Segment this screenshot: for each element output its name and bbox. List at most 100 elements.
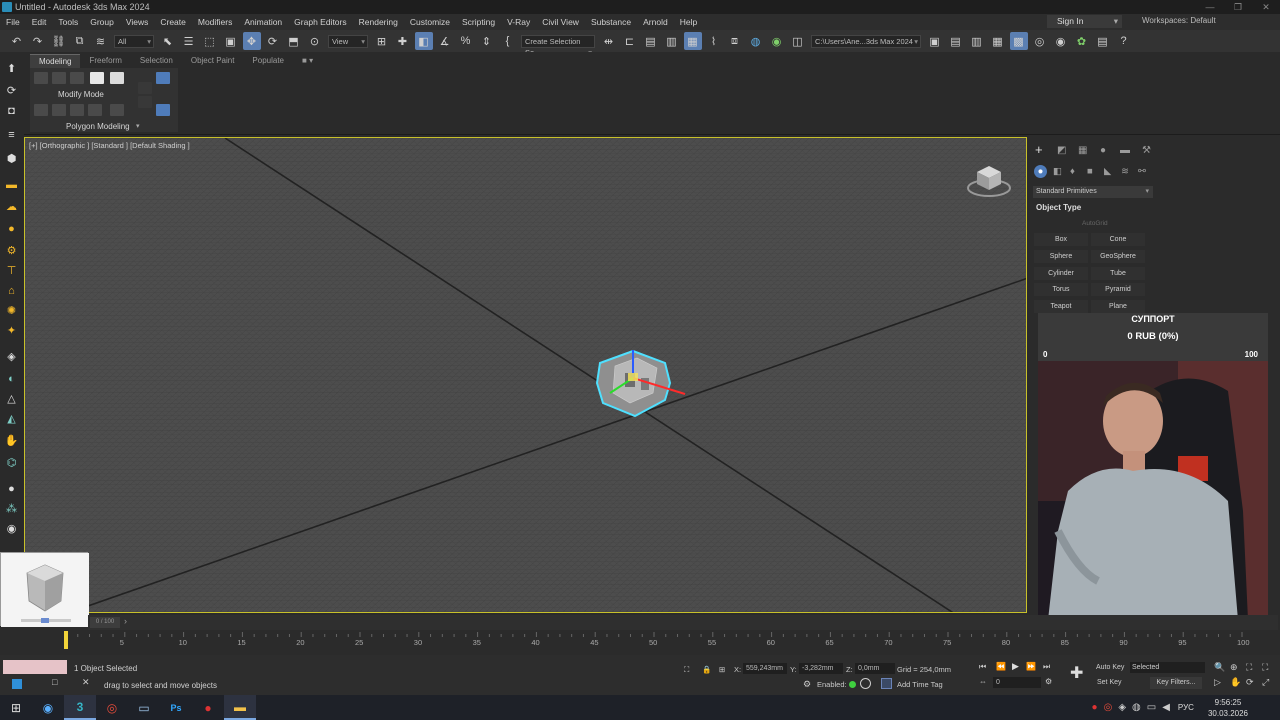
ribbon-tool-icon[interactable] xyxy=(34,72,48,84)
monitor-icon[interactable]: ▭ xyxy=(128,695,160,720)
ribbon-tool-icon[interactable] xyxy=(52,72,66,84)
cluster-icon[interactable]: ⁂ xyxy=(4,502,19,517)
star-icon[interactable]: ✦ xyxy=(4,324,19,339)
perspective-viewport[interactable]: [+] [Orthographic ] [Standard ] [Default… xyxy=(24,137,1027,613)
shape-icon[interactable]: ◭ xyxy=(4,412,19,427)
cube-icon[interactable]: ◈ xyxy=(4,350,19,365)
menu-views[interactable]: Views xyxy=(120,17,155,27)
spinner-snap-icon[interactable]: ⇕ xyxy=(478,32,496,50)
z-coordinate-field[interactable]: 0,0mm xyxy=(855,663,895,674)
cone-button[interactable]: Cone xyxy=(1091,233,1145,246)
align-icon[interactable]: ⊏ xyxy=(621,32,639,50)
keyboard-shortcut-icon[interactable]: ✚ xyxy=(394,32,412,50)
pan-icon[interactable]: ✋ xyxy=(1230,677,1241,688)
unlink-icon[interactable]: ⧉ xyxy=(71,32,89,50)
y-coordinate-field[interactable]: -3,282mm xyxy=(799,663,843,674)
cameras-icon[interactable]: ■ xyxy=(1087,166,1093,177)
menu-file[interactable]: File xyxy=(0,17,26,27)
maximize-viewport-icon[interactable]: ⤢ xyxy=(1262,677,1269,688)
schematic-view-icon[interactable]: ⧈ xyxy=(726,32,744,50)
tray-volume-icon[interactable]: ◀ xyxy=(1162,702,1170,713)
lock-icon[interactable]: 🔒 xyxy=(702,665,711,674)
tray-chrome-icon[interactable]: ◎ xyxy=(1104,702,1113,713)
menu-animation[interactable]: Animation xyxy=(238,17,288,27)
ball-icon[interactable]: ● xyxy=(4,482,19,497)
cylinder-button[interactable]: Cylinder xyxy=(1034,267,1088,280)
create-tab-icon[interactable]: + xyxy=(1035,142,1043,157)
3ds-max-task-icon[interactable]: 3 xyxy=(64,695,96,720)
snap-toggle-icon[interactable]: ◧ xyxy=(414,32,433,50)
next-frame-icon[interactable]: › xyxy=(124,616,127,626)
adaptive-degradation-icon[interactable]: ⚙ xyxy=(803,679,811,690)
square-icon[interactable]: □ xyxy=(52,677,57,687)
curve-editor-icon[interactable]: ⌇ xyxy=(705,32,723,50)
ribbon-tool-icon[interactable] xyxy=(88,104,102,116)
current-frame-marker[interactable] xyxy=(64,631,68,649)
zoom-extents-all-icon[interactable]: ⛶ xyxy=(1262,662,1268,673)
redo-icon[interactable]: ↷ xyxy=(29,32,47,50)
enabled-indicator[interactable] xyxy=(849,681,856,688)
save-project-icon[interactable]: ▥ xyxy=(968,32,986,50)
place-icon[interactable]: ⊙ xyxy=(306,32,324,50)
menu-help[interactable]: Help xyxy=(674,17,703,27)
torus-button[interactable]: Torus xyxy=(1034,283,1088,296)
command-palette-icon[interactable]: ▤ xyxy=(1094,32,1112,50)
menu-edit[interactable]: Edit xyxy=(26,17,53,27)
chrome-icon[interactable]: ◎ xyxy=(96,695,128,720)
vray-render-icon[interactable]: ◎ xyxy=(1031,32,1049,50)
material-editor-icon[interactable]: ◍ xyxy=(747,32,765,50)
menu-arnold[interactable]: Arnold xyxy=(637,17,674,27)
ribbon-tool-icon[interactable] xyxy=(52,104,66,116)
camera-icon[interactable]: ◘ xyxy=(4,104,19,119)
clock[interactable]: 9:56:25 30.03.2026 xyxy=(1208,697,1248,719)
rotate-icon[interactable]: ⟳ xyxy=(264,32,282,50)
project-settings-icon[interactable]: ▦ xyxy=(989,32,1007,50)
lights-icon[interactable]: ♦ xyxy=(1070,166,1075,177)
viewcube[interactable] xyxy=(967,158,1011,198)
utilities-tab-icon[interactable]: ⚒ xyxy=(1142,145,1151,156)
time-slider[interactable]: 0 / 100 › xyxy=(88,615,1278,630)
tab-object-paint[interactable]: Object Paint xyxy=(182,54,244,68)
key-mode-dropdown[interactable]: Selected xyxy=(1130,662,1205,673)
file-explorer-icon[interactable]: ▬ xyxy=(224,695,256,720)
menu-scripting[interactable]: Scripting xyxy=(456,17,501,27)
reference-coord-dropdown[interactable]: View xyxy=(328,34,368,48)
lamp-icon[interactable]: ⌂ xyxy=(4,284,19,299)
prev-frame-icon[interactable]: ⏪ xyxy=(996,662,1006,671)
globe-icon[interactable]: ◐ xyxy=(4,372,19,387)
open-project-icon[interactable]: ▤ xyxy=(947,32,965,50)
rotate-view-icon[interactable]: ⟳ xyxy=(4,84,19,99)
zoom-icon[interactable]: 🔍 xyxy=(1214,662,1225,673)
viewer-icon[interactable]: ◉ xyxy=(4,522,19,537)
autogrid-checkbox[interactable]: AutoGrid xyxy=(1082,220,1108,227)
named-selection-dropdown[interactable]: Create Selection Se xyxy=(521,34,595,58)
goto-end-icon[interactable]: ⏭ xyxy=(1043,662,1050,672)
key-mode-icon[interactable]: ⇔ xyxy=(979,677,987,686)
selection-filter-dropdown[interactable]: All xyxy=(114,34,154,48)
obs-icon[interactable]: ● xyxy=(192,695,224,720)
field-of-view-icon[interactable]: ▷ xyxy=(1214,677,1221,688)
link-icon[interactable]: ⛓ xyxy=(50,32,68,50)
select-object-icon[interactable]: ⬉ xyxy=(159,32,177,50)
record-icon[interactable] xyxy=(860,678,871,689)
window-crossing-icon[interactable]: ▣ xyxy=(222,32,240,50)
zoom-extents-icon[interactable]: ⛶ xyxy=(1246,662,1252,673)
rect-selection-icon[interactable]: ⬚ xyxy=(201,32,219,50)
helpers-icon[interactable]: ◣ xyxy=(1104,166,1111,177)
box-button[interactable]: Box xyxy=(1034,233,1088,246)
ribbon-tool-icon[interactable] xyxy=(70,104,84,116)
menu-group[interactable]: Group xyxy=(84,17,120,27)
preview-thumbnail[interactable] xyxy=(0,552,89,627)
restore-icon[interactable]: ❐ xyxy=(1224,0,1252,14)
help-icon[interactable]: ? xyxy=(1115,32,1133,50)
select-by-name-icon[interactable]: ☰ xyxy=(180,32,198,50)
geosphere-button[interactable]: GeoSphere xyxy=(1091,250,1145,263)
ribbon-tool-icon[interactable] xyxy=(156,72,170,84)
toggle-layer-explorer-icon[interactable]: ▥ xyxy=(663,32,681,50)
ribbon-tool-icon[interactable] xyxy=(110,72,124,84)
sun-icon[interactable]: ✺ xyxy=(4,304,19,319)
tray-network-icon[interactable]: ▭ xyxy=(1147,702,1156,713)
key-filters-button[interactable]: Key Filters... xyxy=(1150,677,1202,689)
add-time-tag[interactable]: Add Time Tag xyxy=(897,680,943,689)
x-coordinate-field[interactable]: 559,243mm xyxy=(743,663,787,674)
